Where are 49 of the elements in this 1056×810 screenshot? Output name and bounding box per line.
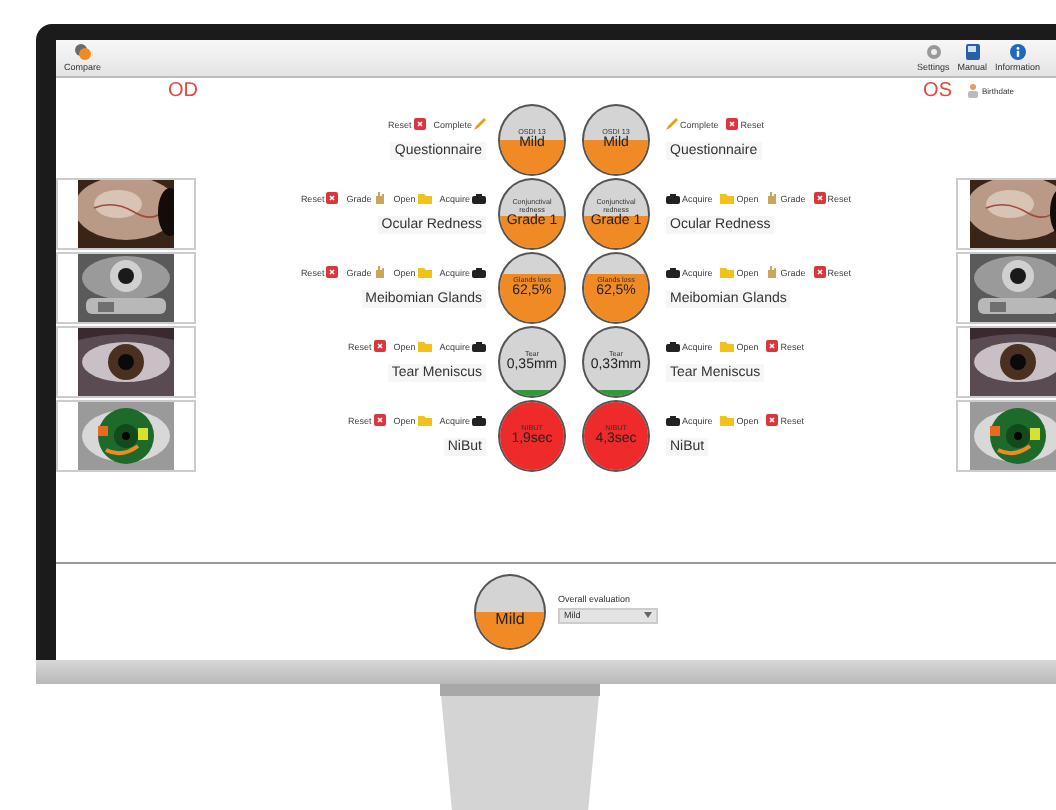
reset-icon: [813, 192, 826, 204]
hand-icon: [373, 192, 386, 204]
info-icon: [1009, 44, 1026, 60]
image-slot[interactable]: [956, 399, 1056, 471]
camera-icon: [472, 415, 486, 425]
reset-icon: [373, 414, 386, 426]
folder-icon: [720, 340, 735, 352]
person-icon: [968, 83, 978, 97]
image-slot[interactable]: [56, 177, 196, 249]
camera-icon: [472, 341, 486, 351]
reset-icon: [813, 266, 826, 278]
hand-icon: [373, 266, 386, 278]
pencil-icon: [666, 118, 678, 130]
reset-icon: [326, 266, 339, 278]
image-slot[interactable]: [56, 325, 196, 397]
book-icon: [965, 44, 980, 60]
camera-icon: [472, 267, 486, 277]
reset-icon: [766, 340, 779, 352]
folder-icon: [720, 266, 735, 278]
camera-icon: [666, 267, 680, 277]
image-slot[interactable]: [956, 325, 1056, 397]
hand-icon: [766, 192, 779, 204]
camera-icon: [666, 193, 680, 203]
reset-icon: [766, 414, 779, 426]
reset-icon: [326, 192, 339, 204]
eye-label: OS: [923, 79, 952, 101]
folder-icon: [417, 266, 432, 278]
eye-label: OD: [168, 79, 198, 101]
image-slot[interactable]: [56, 399, 196, 471]
image-slot[interactable]: [56, 251, 196, 323]
camera-icon: [666, 415, 680, 425]
reset-icon: [373, 340, 386, 352]
folder-icon: [417, 192, 432, 204]
folder-icon: [417, 414, 432, 426]
reset-icon: [726, 118, 739, 130]
hand-icon: [766, 266, 779, 278]
layers-icon: [73, 44, 92, 60]
gauge-value: Mild: [495, 609, 525, 627]
camera-icon: [472, 193, 486, 203]
folder-icon: [720, 414, 735, 426]
image-slot[interactable]: [956, 251, 1056, 323]
settings-icon: [925, 44, 942, 60]
folder-icon: [720, 192, 735, 204]
image-slot[interactable]: [956, 177, 1056, 249]
folder-icon: [417, 340, 432, 352]
reset-icon: [413, 118, 426, 130]
caret-icon: [644, 612, 652, 618]
pencil-icon: [474, 118, 486, 130]
camera-icon: [666, 341, 680, 351]
